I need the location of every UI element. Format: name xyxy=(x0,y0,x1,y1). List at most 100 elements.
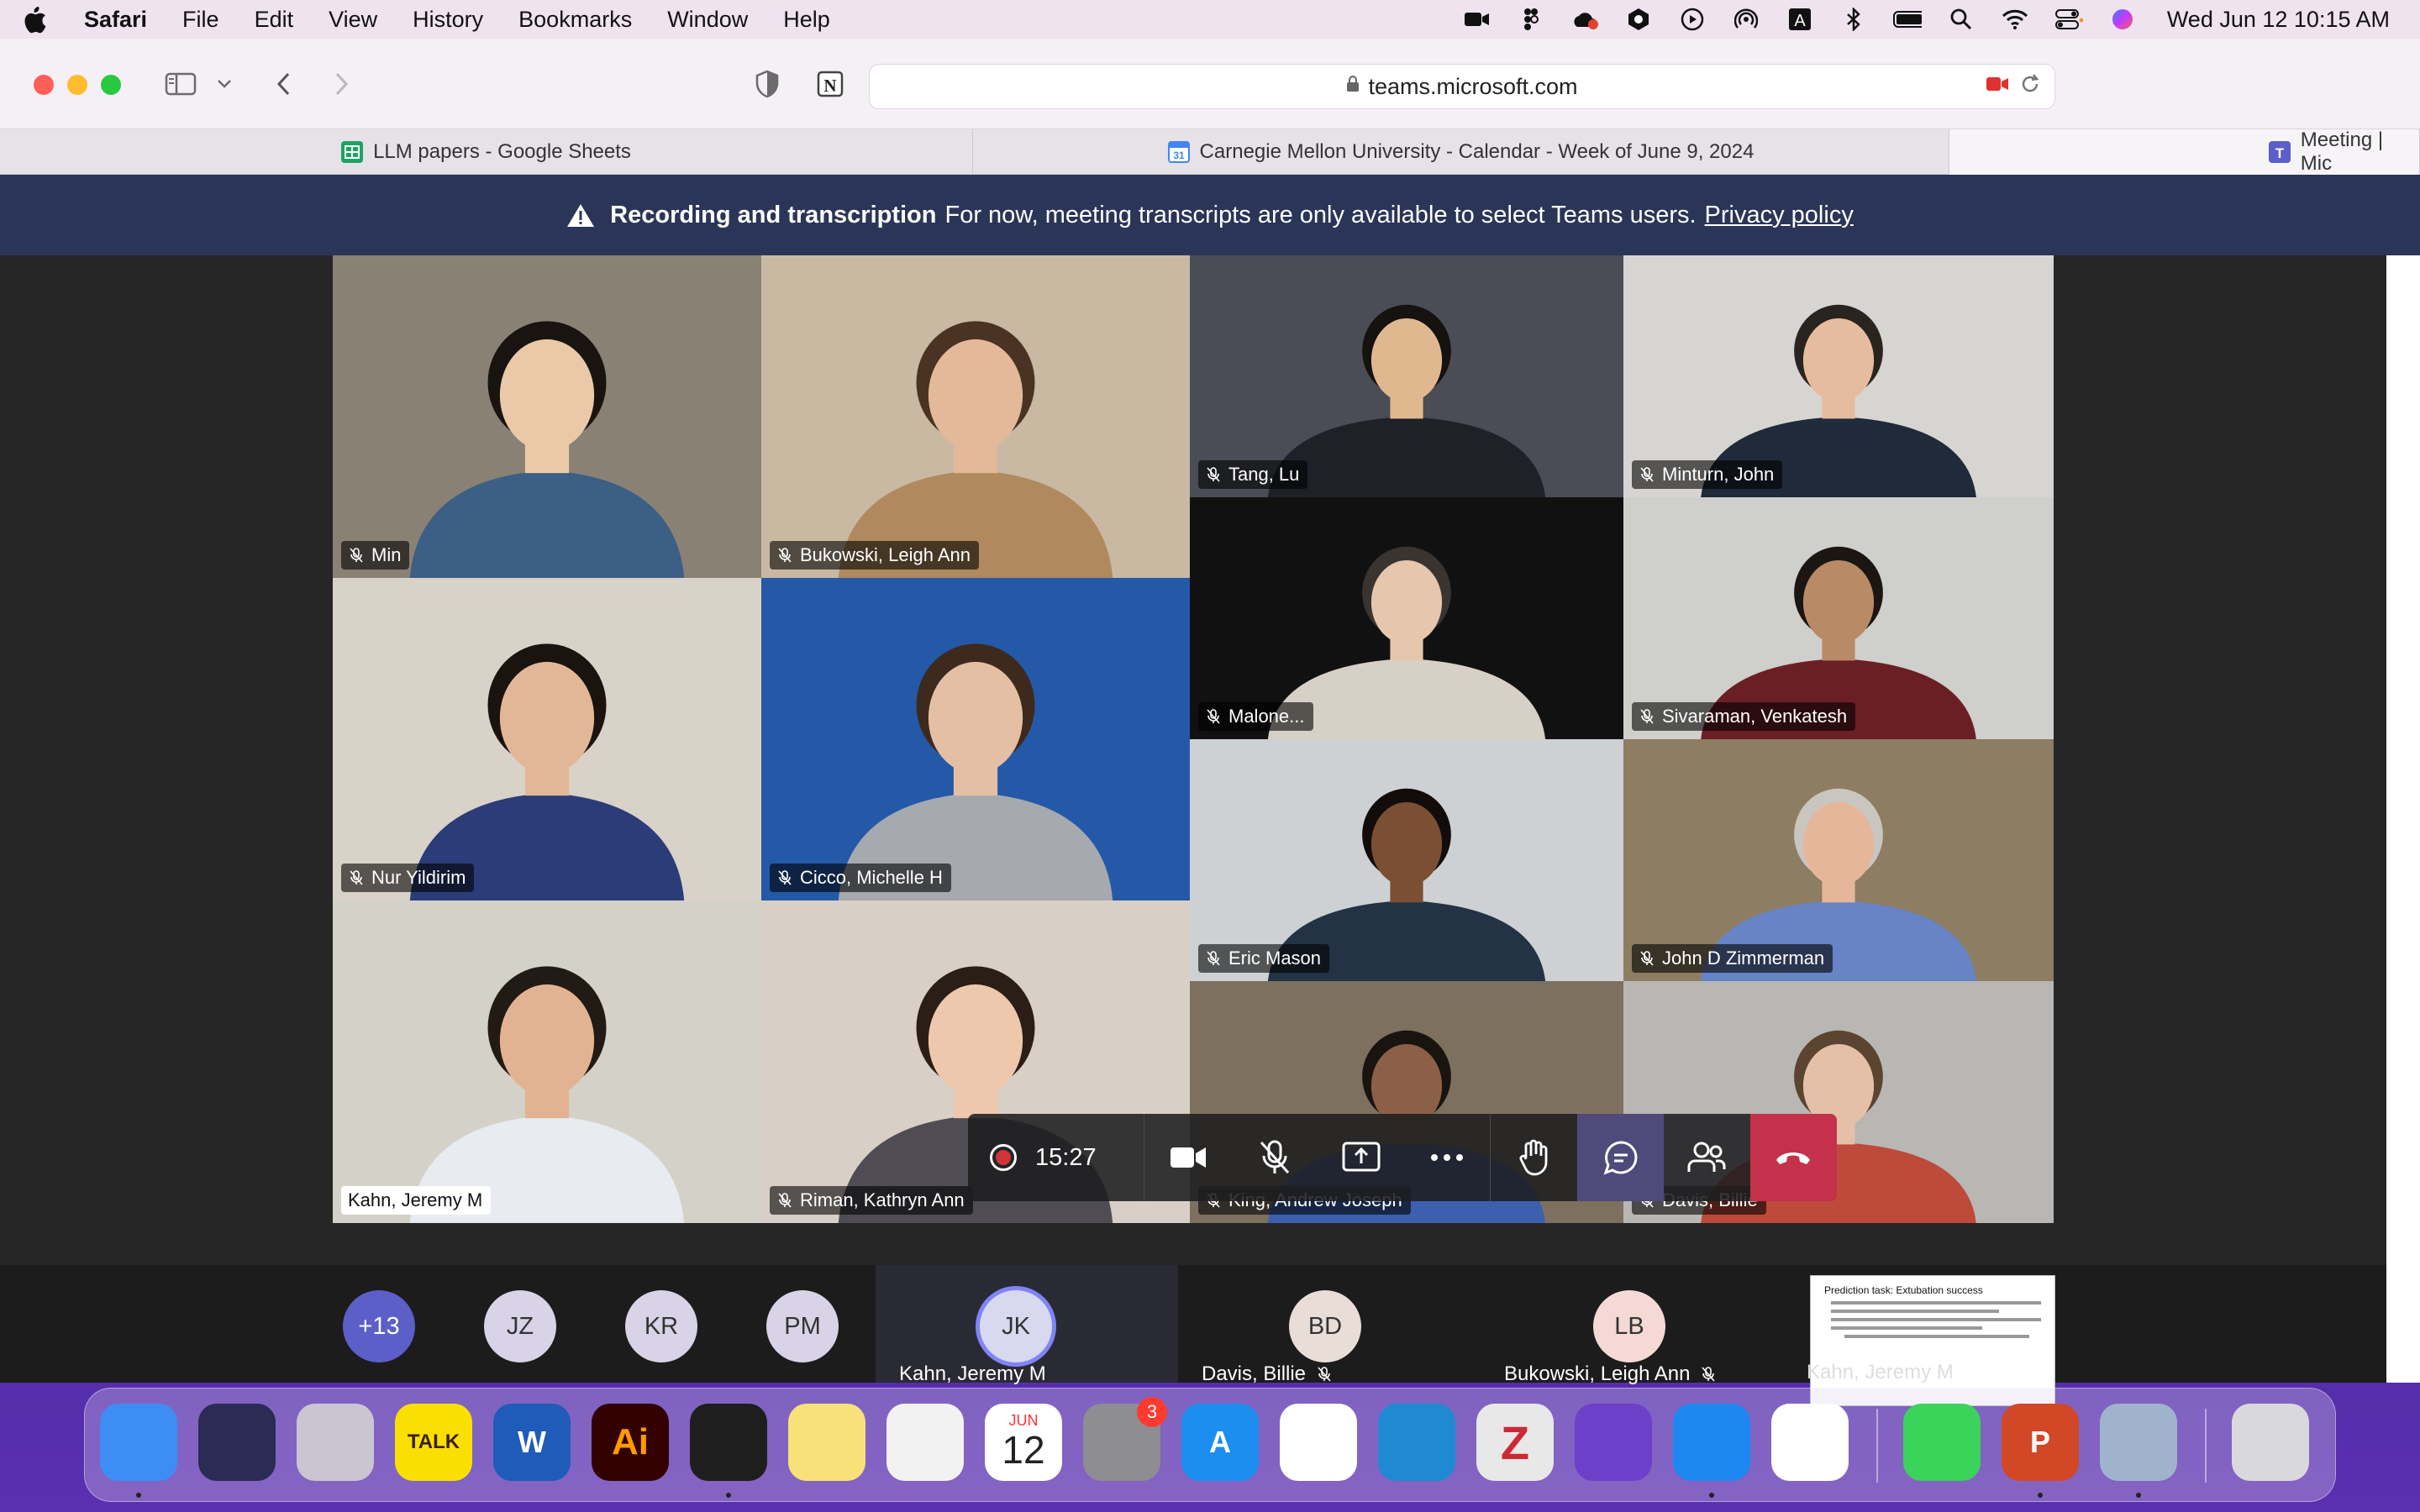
avatar[interactable]: BD xyxy=(1289,1290,1361,1362)
slack-icon[interactable] xyxy=(1280,1404,1357,1481)
shared-screen-thumbnail[interactable]: Prediction task: Extubation success xyxy=(1810,1275,2055,1406)
video-tile[interactable]: Malone... xyxy=(1190,497,1623,739)
airdrop-icon[interactable] xyxy=(1732,8,1760,31)
more-participants-button[interactable]: +13 xyxy=(343,1290,415,1362)
raise-hand-button[interactable] xyxy=(1491,1114,1577,1201)
illustrator-icon[interactable]: Ai xyxy=(592,1404,669,1481)
menu-edit[interactable]: Edit xyxy=(255,7,294,33)
finder-icon[interactable] xyxy=(100,1404,177,1481)
powerpoint-icon[interactable]: P xyxy=(2002,1404,2079,1481)
calendar-icon[interactable]: JUN 12 xyxy=(985,1404,1062,1481)
messages-icon[interactable] xyxy=(1903,1404,1981,1481)
a-icon[interactable]: A xyxy=(1786,8,1814,31)
word-icon[interactable]: W xyxy=(493,1404,571,1481)
app-store-icon[interactable]: A xyxy=(1181,1404,1259,1481)
figma-status-icon[interactable] xyxy=(1517,8,1545,31)
search-icon[interactable] xyxy=(1947,8,1975,31)
more-button[interactable] xyxy=(1404,1114,1491,1201)
zoom-window-button[interactable] xyxy=(101,75,121,95)
menu-bookmarks[interactable]: Bookmarks xyxy=(518,7,632,33)
video-tile[interactable]: Min xyxy=(333,255,761,578)
github-desktop-icon[interactable] xyxy=(1575,1404,1652,1481)
recording-indicator[interactable]: 15:27 xyxy=(968,1114,1145,1201)
notion-extension-icon[interactable]: N xyxy=(813,67,847,101)
back-button[interactable] xyxy=(269,67,297,101)
video-tile[interactable]: Minturn, John xyxy=(1623,255,2054,497)
avatar[interactable]: KR xyxy=(625,1290,697,1362)
creative-cloud-icon[interactable] xyxy=(1570,8,1599,31)
siri-icon[interactable] xyxy=(2108,8,2137,31)
minimize-window-button[interactable] xyxy=(67,75,87,95)
url-text: teams.microsoft.com xyxy=(1368,73,1578,99)
control-center-icon[interactable] xyxy=(2054,8,2083,31)
speaking-participant-card[interactable]: JK Kahn, Jeremy M xyxy=(876,1265,1178,1385)
bluetooth-icon[interactable] xyxy=(1839,8,1868,31)
avatar[interactable]: LB xyxy=(1593,1290,1665,1362)
video-tile[interactable]: Kahn, Jeremy M xyxy=(333,900,761,1223)
people-button[interactable] xyxy=(1664,1114,1750,1201)
camera-button[interactable] xyxy=(1144,1114,1231,1201)
figma-icon[interactable] xyxy=(690,1404,767,1481)
menu-bar-clock[interactable]: Wed Jun 12 10:15 AM xyxy=(2167,7,2390,33)
video-tile[interactable]: Cicco, Michelle H xyxy=(761,578,1190,900)
menu-history[interactable]: History xyxy=(413,7,483,33)
menu-window[interactable]: Window xyxy=(667,7,748,33)
close-window-button[interactable] xyxy=(34,75,54,95)
notes-icon[interactable] xyxy=(788,1404,865,1481)
wifi-icon[interactable] xyxy=(2001,8,2029,31)
video-tile[interactable]: Bukowski, Leigh Ann xyxy=(761,255,1190,578)
trash-icon[interactable] xyxy=(2232,1404,2309,1481)
avatar[interactable]: PM xyxy=(766,1290,839,1362)
apple-menu-icon[interactable] xyxy=(20,5,49,34)
video-tile[interactable]: Nur Yildirim xyxy=(333,578,761,900)
video-tile[interactable]: Sivaraman, Venkatesh xyxy=(1623,497,2054,739)
menu-help[interactable]: Help xyxy=(783,7,830,33)
address-bar[interactable]: teams.microsoft.com xyxy=(869,64,2055,109)
menu-file[interactable]: File xyxy=(182,7,219,33)
video-tile[interactable]: Eric Mason xyxy=(1190,739,1623,981)
teams-icon: T xyxy=(2269,141,2291,163)
video-tile[interactable]: Tang, Lu xyxy=(1190,255,1623,497)
chevron-down-icon[interactable] xyxy=(213,67,235,101)
perplexity-icon[interactable] xyxy=(1624,8,1653,31)
forward-button[interactable] xyxy=(328,67,356,101)
launchpad-icon[interactable] xyxy=(297,1404,374,1481)
camera-status-icon[interactable] xyxy=(1463,8,1491,31)
vs-code-icon[interactable] xyxy=(1378,1404,1455,1481)
menu-view[interactable]: View xyxy=(329,7,377,33)
battery-icon[interactable] xyxy=(1892,8,1922,31)
svg-text:N: N xyxy=(823,76,836,96)
safari-window: N teams.microsoft.com LLM papers - Googl… xyxy=(0,39,2420,1406)
video-tile[interactable]: John D Zimmerman xyxy=(1623,739,2054,981)
mute-button[interactable] xyxy=(1231,1114,1318,1201)
zotero-icon[interactable]: Z xyxy=(1476,1404,1554,1481)
chrome-icon[interactable] xyxy=(1771,1404,1849,1481)
share-button[interactable] xyxy=(1318,1114,1404,1201)
camera-in-use-icon[interactable] xyxy=(1986,76,2008,94)
privacy-shield-icon[interactable] xyxy=(753,67,781,101)
cursor-icon[interactable] xyxy=(886,1404,964,1481)
menu-app-safari[interactable]: Safari xyxy=(84,7,147,33)
kakaotalk-icon[interactable]: TALK xyxy=(395,1404,472,1481)
microphone-off-icon xyxy=(1640,951,1654,966)
tab-google-sheets[interactable]: LLM papers - Google Sheets xyxy=(0,129,973,175)
participant-strip: +13 JZ KR PM JK Kahn, Jeremy M BD Davis,… xyxy=(0,1265,2386,1406)
play-icon[interactable] xyxy=(1678,8,1707,31)
teams-meeting-view: Recording and transcription For now, mee… xyxy=(0,175,2420,1406)
siri-icon[interactable] xyxy=(198,1404,276,1481)
sidebar-toggle-icon[interactable] xyxy=(163,67,198,101)
microphone-off-icon xyxy=(1318,1367,1331,1382)
tab-cmu-calendar[interactable]: 31 Carnegie Mellon University - Calendar… xyxy=(973,129,1949,175)
chat-button[interactable] xyxy=(1577,1114,1664,1201)
tab-teams-meeting[interactable]: T Meeting | Mic xyxy=(1949,129,2420,175)
reload-icon[interactable] xyxy=(2019,73,2041,101)
preview-icon[interactable] xyxy=(2100,1404,2177,1481)
avatar[interactable]: JZ xyxy=(484,1290,556,1362)
privacy-policy-link[interactable]: Privacy policy xyxy=(1705,202,1854,229)
hang-up-button[interactable] xyxy=(1749,1114,1837,1201)
safari-icon[interactable] xyxy=(1673,1404,1750,1481)
avatar: JK xyxy=(980,1290,1052,1362)
system-settings-icon[interactable]: 3 xyxy=(1083,1397,1167,1481)
calendar-month: JUN xyxy=(1008,1411,1039,1429)
recording-banner: Recording and transcription For now, mee… xyxy=(0,175,2420,255)
